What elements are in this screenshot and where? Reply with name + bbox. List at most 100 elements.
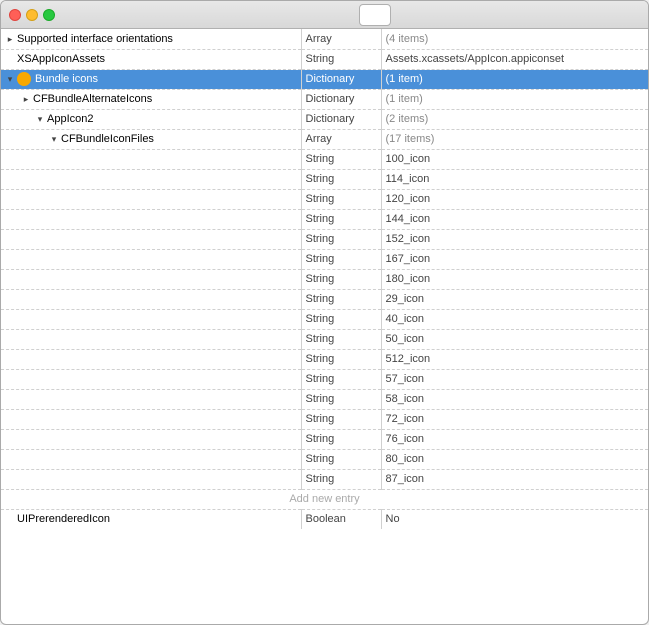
key-cell xyxy=(1,249,301,269)
key-cell xyxy=(1,149,301,169)
type-cell: String xyxy=(301,209,381,229)
key-cell xyxy=(1,169,301,189)
triangle-open-icon[interactable] xyxy=(49,134,59,144)
key-label: CFBundleIconFiles xyxy=(61,133,154,145)
key-cell xyxy=(1,329,301,349)
key-label: Supported interface orientations xyxy=(17,33,173,45)
table-row[interactable]: Add new entry xyxy=(1,489,648,509)
type-cell: Dictionary xyxy=(301,89,381,109)
table-row[interactable]: String58_icon xyxy=(1,389,648,409)
value-cell: (17 items) xyxy=(381,129,648,149)
key-cell: CFBundleIconFiles xyxy=(1,129,301,149)
minimize-button[interactable] xyxy=(26,9,38,21)
titlebar xyxy=(1,1,648,29)
plist-table-container[interactable]: Supported interface orientations Array(4 … xyxy=(1,29,648,624)
maximize-button[interactable] xyxy=(43,9,55,21)
back-button[interactable] xyxy=(63,6,81,24)
value-cell: 100_icon xyxy=(381,149,648,169)
tab-bar xyxy=(109,4,640,26)
table-row[interactable]: String80_icon xyxy=(1,449,648,469)
key-cell: CFBundleAlternateIcons xyxy=(1,89,301,109)
type-cell: String xyxy=(301,229,381,249)
type-cell: String xyxy=(301,49,381,69)
table-row[interactable]: AppIcon2Dictionary(2 items) xyxy=(1,109,648,129)
table-row[interactable]: String29_icon xyxy=(1,289,648,309)
key-cell xyxy=(1,389,301,409)
key-label: CFBundleAlternateIcons xyxy=(33,93,152,105)
key-cell xyxy=(1,229,301,249)
type-cell: Boolean xyxy=(301,509,381,529)
value-cell: 50_icon xyxy=(381,329,648,349)
type-cell: String xyxy=(301,349,381,369)
value-cell: (4 items) xyxy=(381,29,648,49)
value-cell: 120_icon xyxy=(381,189,648,209)
table-row[interactable]: Supported interface orientations Array(4 … xyxy=(1,29,648,49)
value-cell: 80_icon xyxy=(381,449,648,469)
table-row[interactable]: String87_icon xyxy=(1,469,648,489)
key-cell xyxy=(1,349,301,369)
key-cell xyxy=(1,449,301,469)
key-label: UIPrerenderedIcon xyxy=(17,513,110,525)
table-row[interactable]: String57_icon xyxy=(1,369,648,389)
nav-buttons xyxy=(63,6,101,24)
key-cell xyxy=(1,269,301,289)
value-cell: 40_icon xyxy=(381,309,648,329)
table-row[interactable]: String50_icon xyxy=(1,329,648,349)
type-cell: String xyxy=(301,429,381,449)
table-row[interactable]: String100_icon xyxy=(1,149,648,169)
key-cell xyxy=(1,309,301,329)
value-cell: Assets.xcassets/AppIcon.appiconset xyxy=(381,49,648,69)
key-cell xyxy=(1,209,301,229)
value-cell: 180_icon xyxy=(381,269,648,289)
value-cell: 167_icon xyxy=(381,249,648,269)
triangle-open-icon[interactable] xyxy=(5,74,15,84)
key-label: Bundle icons xyxy=(35,73,98,85)
table-row[interactable]: String76_icon xyxy=(1,429,648,449)
value-cell: 57_icon xyxy=(381,369,648,389)
tab-infoplist[interactable] xyxy=(359,4,391,26)
key-cell xyxy=(1,189,301,209)
key-cell: Supported interface orientations xyxy=(1,29,301,49)
close-button[interactable] xyxy=(9,9,21,21)
table-row[interactable]: String180_icon xyxy=(1,269,648,289)
table-row[interactable]: String114_icon xyxy=(1,169,648,189)
value-cell: 114_icon xyxy=(381,169,648,189)
value-cell: 29_icon xyxy=(381,289,648,309)
type-cell: String xyxy=(301,389,381,409)
value-cell: (1 item) xyxy=(381,89,648,109)
key-cell: Bundle icons xyxy=(1,69,301,89)
table-row[interactable]: String167_icon xyxy=(1,249,648,269)
triangle-open-icon[interactable] xyxy=(35,114,45,124)
table-row[interactable]: String152_icon xyxy=(1,229,648,249)
forward-button[interactable] xyxy=(83,6,101,24)
table-row[interactable]: String120_icon xyxy=(1,189,648,209)
table-row[interactable]: CFBundleAlternateIcons Dictionary(1 item) xyxy=(1,89,648,109)
value-cell: (1 item) xyxy=(381,69,648,89)
table-row[interactable]: String512_icon xyxy=(1,349,648,369)
type-cell: String xyxy=(301,269,381,289)
key-cell: UIPrerenderedIcon xyxy=(1,509,301,529)
table-row[interactable]: String72_icon xyxy=(1,409,648,429)
table-row[interactable]: String144_icon xyxy=(1,209,648,229)
triangle-closed-icon[interactable] xyxy=(5,34,15,44)
type-cell: String xyxy=(301,309,381,329)
type-cell: Array xyxy=(301,29,381,49)
key-label: AppIcon2 xyxy=(47,113,93,125)
main-window: Supported interface orientations Array(4 … xyxy=(0,0,649,625)
table-row[interactable]: CFBundleIconFilesArray(17 items) xyxy=(1,129,648,149)
key-cell xyxy=(1,429,301,449)
traffic-lights xyxy=(9,9,55,21)
table-row[interactable]: String40_icon xyxy=(1,309,648,329)
add-entry-cell[interactable]: Add new entry xyxy=(1,489,648,509)
value-cell: No xyxy=(381,509,648,529)
type-cell: String xyxy=(301,169,381,189)
key-cell: AppIcon2 xyxy=(1,109,301,129)
table-row[interactable]: Bundle iconsDictionary(1 item) xyxy=(1,69,648,89)
value-cell: 87_icon xyxy=(381,469,648,489)
type-cell: String xyxy=(301,449,381,469)
table-row[interactable]: UIPrerenderedIcon BooleanNo xyxy=(1,509,648,529)
key-cell xyxy=(1,469,301,489)
type-cell: String xyxy=(301,409,381,429)
triangle-closed-icon[interactable] xyxy=(21,94,31,104)
table-row[interactable]: XSAppIconAssetsStringAssets.xcassets/App… xyxy=(1,49,648,69)
